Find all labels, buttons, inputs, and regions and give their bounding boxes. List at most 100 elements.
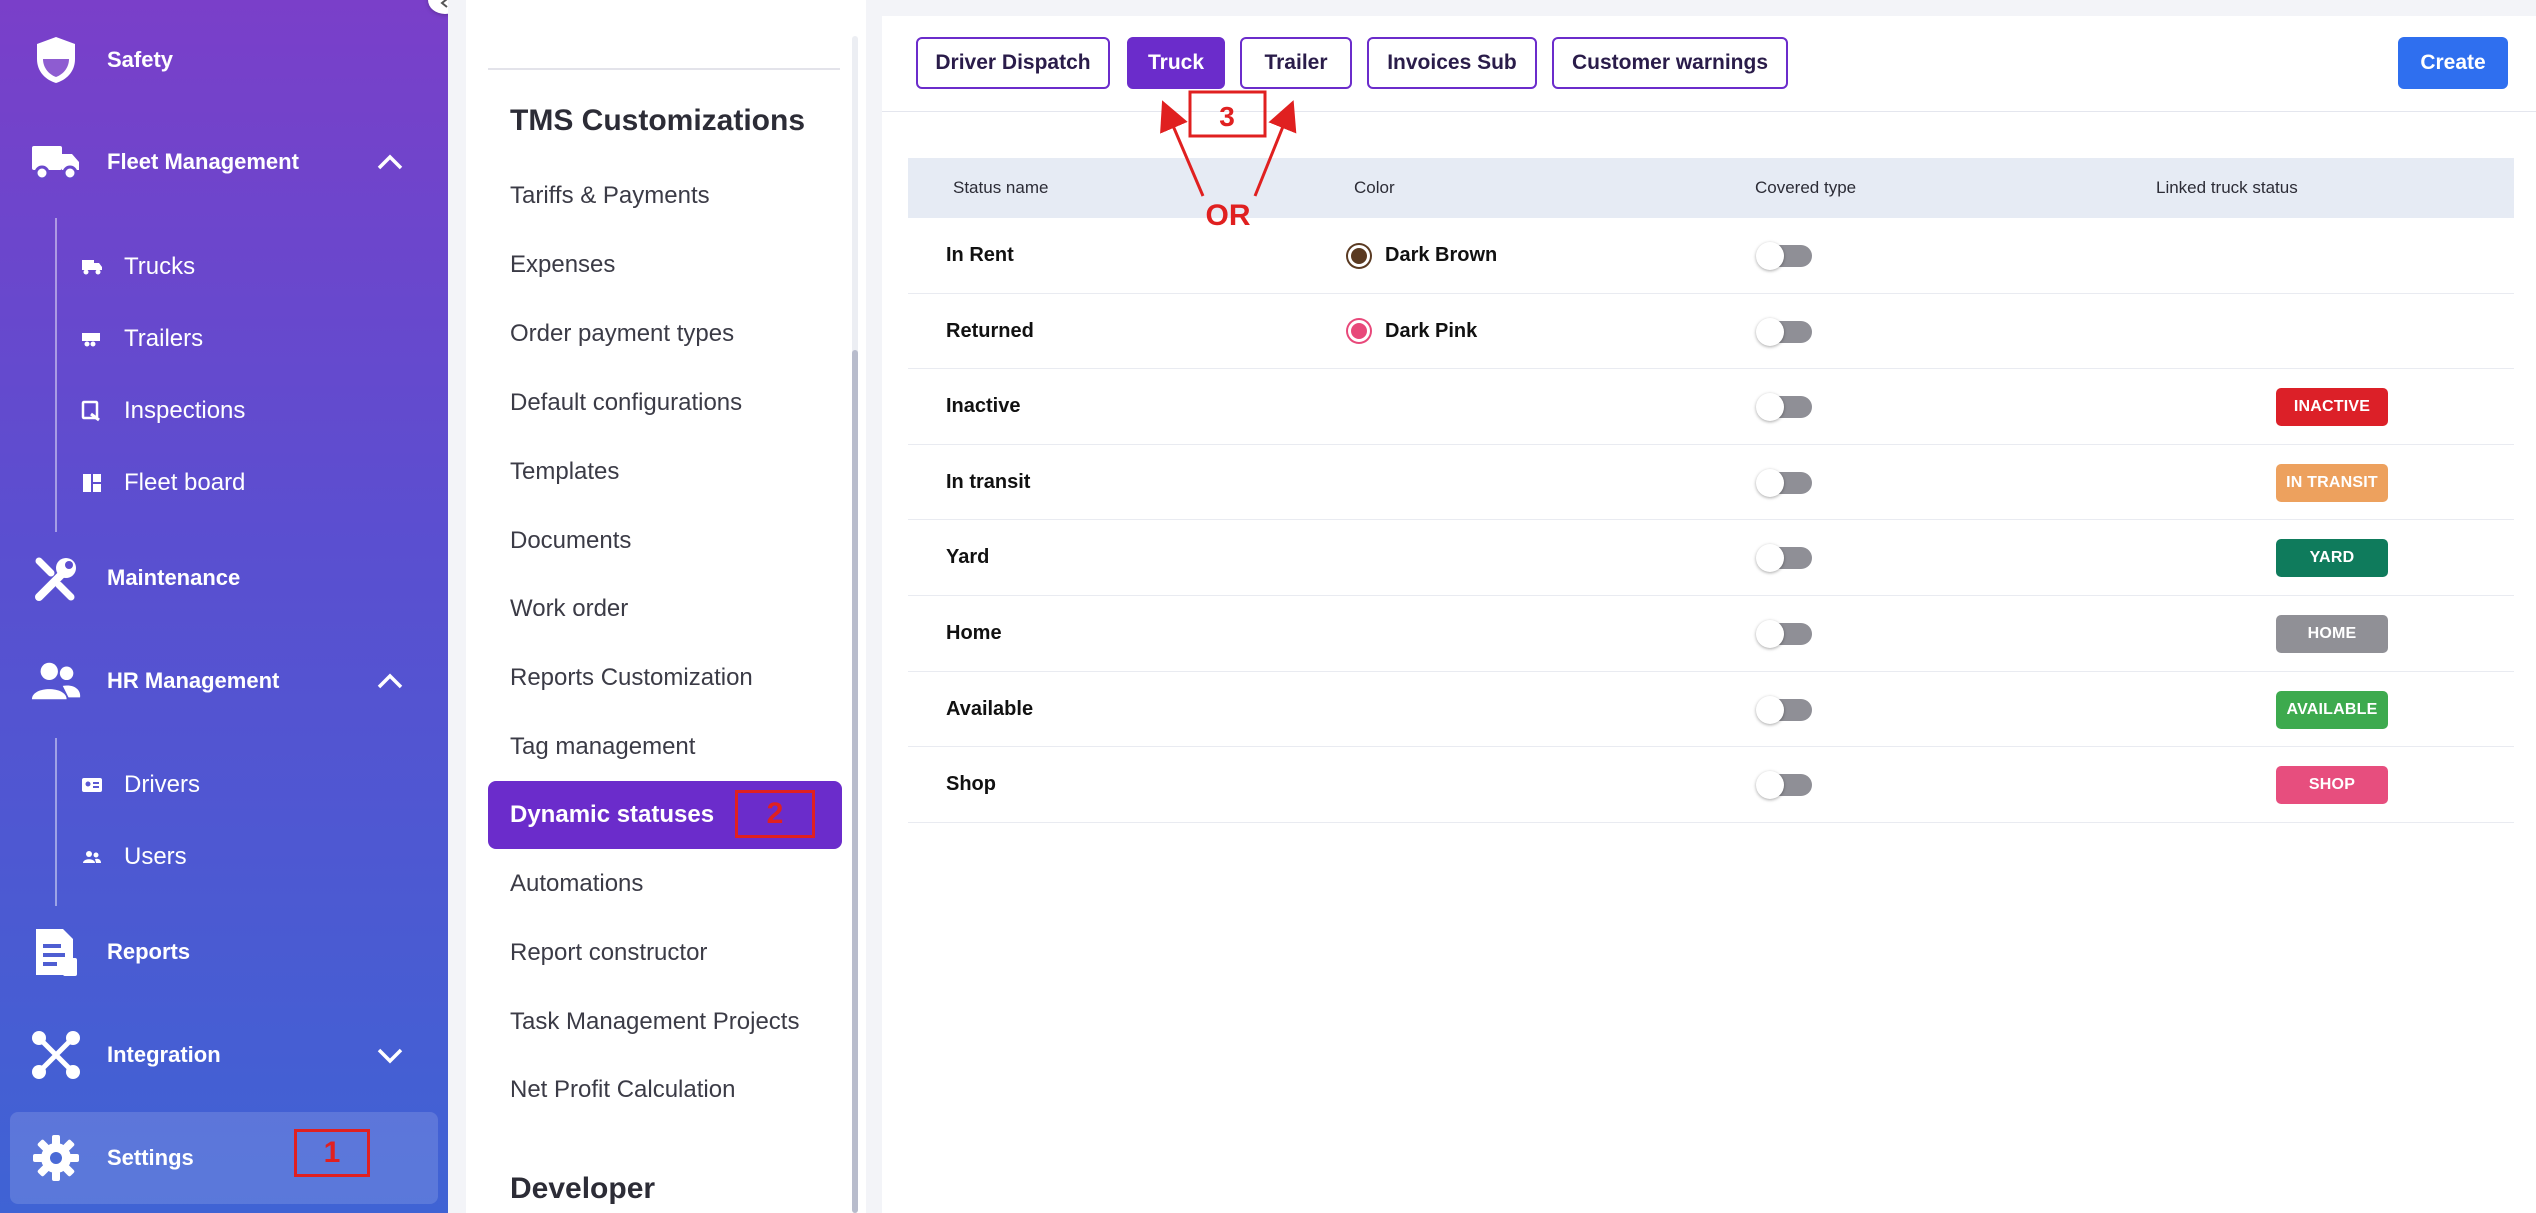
sidebar-subitem-inspections[interactable]: Inspections xyxy=(80,388,245,434)
table-row[interactable]: Home HOME xyxy=(908,596,2514,672)
status-name: Available xyxy=(946,697,1034,720)
gear-icon xyxy=(30,1132,82,1184)
linked-status-badge: SHOP xyxy=(2276,766,2388,805)
menu-item-templates[interactable]: Templates xyxy=(488,438,842,506)
board-icon xyxy=(80,471,104,495)
sidebar-subitem-label: Fleet board xyxy=(124,469,246,496)
tab-toolbar: Driver Dispatch Truck Trailer Invoices S… xyxy=(882,16,2536,112)
tab-trailer[interactable]: Trailer xyxy=(1240,37,1352,89)
scrollbar-thumb[interactable] xyxy=(852,350,858,1213)
menu-item-tag-management[interactable]: Tag management xyxy=(488,713,842,781)
sidebar-item-integration[interactable]: Integration xyxy=(0,1015,448,1095)
linked-status-badge: HOME xyxy=(2276,614,2388,653)
covered-type-toggle[interactable] xyxy=(1756,242,1812,270)
annotation-1: 1 xyxy=(294,1129,370,1177)
sidebar-item-label: Maintenance xyxy=(107,565,241,590)
sidebar-item-fleet-management[interactable]: Fleet Management xyxy=(0,122,448,202)
chevron-down-icon[interactable] xyxy=(372,1037,408,1073)
toggle-knob xyxy=(1756,695,1784,724)
table-row[interactable]: In transit IN TRANSIT xyxy=(908,445,2514,521)
table-row[interactable]: Available AVAILABLE xyxy=(908,672,2514,748)
sidebar-subitem-label: Inspections xyxy=(124,397,246,424)
covered-type-toggle[interactable] xyxy=(1756,619,1812,648)
menu-item-order-payment-types[interactable]: Order payment types xyxy=(488,300,842,368)
sidebar: Safety Fleet Management Trucks Trailers … xyxy=(0,0,448,1213)
tab-customer-warnings[interactable]: Customer warnings xyxy=(1552,37,1788,89)
column-header: Covered type xyxy=(1755,178,1857,197)
table-row[interactable]: Shop SHOP xyxy=(908,747,2514,823)
menu-item-tariffs-payments[interactable]: Tariffs & Payments xyxy=(488,162,842,230)
main-content: Status name Color Covered type Linked tr… xyxy=(882,112,2536,1213)
sidebar-item-label: Fleet Management xyxy=(107,149,299,174)
status-name: In Rent xyxy=(946,244,1014,266)
toggle-knob xyxy=(1756,771,1784,800)
color-name: Dark Brown xyxy=(1385,244,1498,266)
covered-type-toggle[interactable] xyxy=(1756,695,1812,724)
sidebar-item-maintenance[interactable]: Maintenance xyxy=(0,538,448,618)
table-row[interactable]: Yard YARD xyxy=(908,520,2514,596)
sidebar-subitem-trailers[interactable]: Trailers xyxy=(80,316,203,362)
sidebar-item-hr-management[interactable]: HR Management xyxy=(0,641,448,721)
section-title-developer: Developer xyxy=(510,1172,656,1205)
sidebar-subitem-label: Users xyxy=(124,843,187,870)
sidebar-item-label: Integration xyxy=(107,1042,221,1067)
menu-item-default-configurations[interactable]: Default configurations xyxy=(488,369,842,437)
sidebar-subitem-trucks[interactable]: Trucks xyxy=(80,244,195,290)
annotation-2: 2 xyxy=(735,790,815,838)
tab-invoices-sub[interactable]: Invoices Sub xyxy=(1367,37,1537,89)
menu-item-expenses[interactable]: Expenses xyxy=(488,231,842,299)
table-body: In Rent Dark Brown Returned Dark Pink Inacti… xyxy=(908,218,2514,823)
tab-truck[interactable]: Truck xyxy=(1127,37,1225,89)
people-icon xyxy=(30,655,82,707)
covered-type-toggle[interactable] xyxy=(1756,544,1812,573)
covered-type-toggle[interactable] xyxy=(1756,771,1812,800)
menu-item-documents[interactable]: Documents xyxy=(488,507,842,575)
sidebar-item-label: Safety xyxy=(107,47,174,72)
covered-type-toggle[interactable] xyxy=(1756,468,1812,497)
toggle-knob xyxy=(1756,619,1784,648)
covered-type-toggle[interactable] xyxy=(1756,317,1812,346)
table-row[interactable]: In Rent Dark Brown xyxy=(908,218,2514,294)
sidebar-item-safety[interactable]: Safety xyxy=(0,20,448,100)
sidebar-subitem-drivers[interactable]: Drivers xyxy=(80,762,200,808)
sidebar-subitem-label: Drivers xyxy=(124,771,200,798)
sidebar-subitem-users[interactable]: Users xyxy=(80,834,187,880)
sidebar-item-settings[interactable]: Settings xyxy=(10,1112,438,1204)
chevron-up-icon[interactable] xyxy=(372,663,408,699)
menu-item-task-management-projects[interactable]: Task Management Projects xyxy=(488,988,842,1056)
sidebar-subitem-fleet-board[interactable]: Fleet board xyxy=(80,460,245,506)
menu-item-work-order[interactable]: Work order xyxy=(488,575,842,643)
sidebar-item-label: Reports xyxy=(107,939,191,964)
status-name: Home xyxy=(946,621,1002,644)
toggle-knob xyxy=(1756,393,1784,422)
table-row[interactable]: Inactive INACTIVE xyxy=(908,369,2514,445)
sidebar-collapse-button[interactable] xyxy=(428,0,448,14)
sidebar-item-reports[interactable]: Reports xyxy=(0,912,448,992)
sidebar-subitem-label: Trailers xyxy=(124,325,204,352)
tab-driver-dispatch[interactable]: Driver Dispatch xyxy=(916,37,1110,89)
trailer-icon xyxy=(80,327,104,351)
create-button[interactable]: Create xyxy=(2398,37,2508,89)
menu-item-automations[interactable]: Automations xyxy=(488,850,842,918)
menu-item-net-profit-calculation[interactable]: Net Profit Calculation xyxy=(488,1056,842,1124)
users-icon xyxy=(80,845,104,869)
sidebar-item-label: Settings xyxy=(107,1145,194,1170)
status-color: Dark Pink xyxy=(1348,294,1477,369)
color-swatch xyxy=(1348,320,1370,343)
menu-item-report-constructor[interactable]: Report constructor xyxy=(488,919,842,987)
wrench-icon xyxy=(30,552,82,604)
menu-item-reports-customization[interactable]: Reports Customization xyxy=(488,644,842,712)
column-header: Color xyxy=(1354,178,1395,197)
chevron-left-icon xyxy=(440,0,448,8)
divider xyxy=(488,68,840,70)
section-title: TMS Customizations xyxy=(510,104,806,137)
column-header: Status name xyxy=(953,178,1049,197)
id-card-icon xyxy=(80,773,104,797)
sidebar-subitem-label: Trucks xyxy=(124,253,196,280)
covered-type-toggle[interactable] xyxy=(1756,393,1812,422)
toggle-knob xyxy=(1756,242,1784,270)
table-row[interactable]: Returned Dark Pink xyxy=(908,294,2514,370)
chevron-up-icon[interactable] xyxy=(372,144,408,180)
linked-status-badge: YARD xyxy=(2276,539,2388,578)
color-swatch xyxy=(1348,244,1370,267)
